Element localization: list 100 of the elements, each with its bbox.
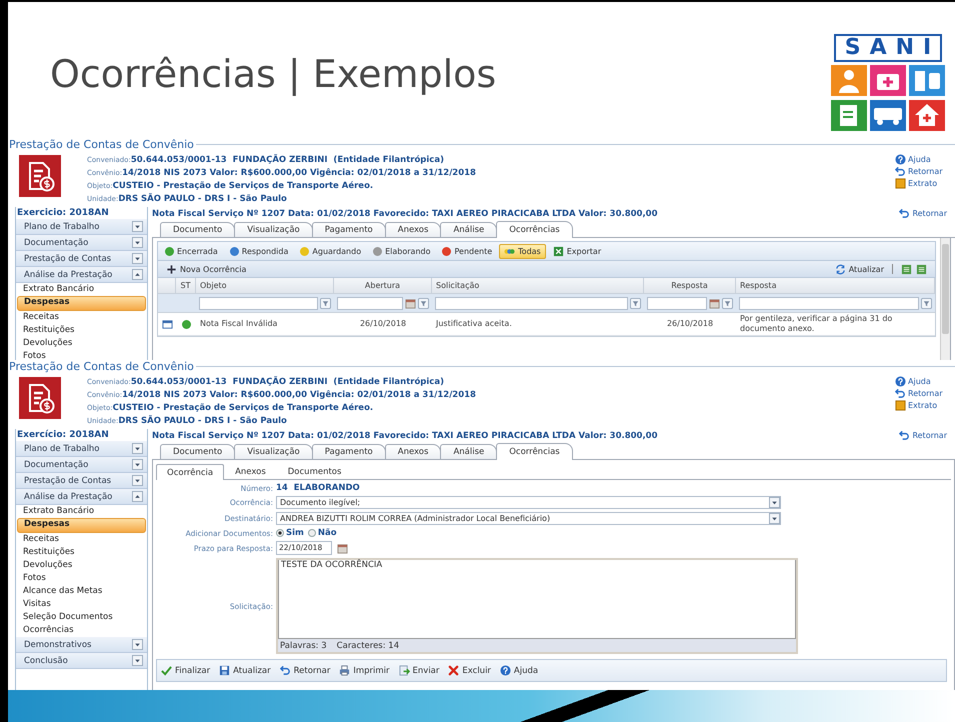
filter-field[interactable] [739,296,919,310]
word-count: Palavras: 3 [280,640,327,650]
radio-button[interactable] [308,529,316,537]
new-button[interactable]: Nova Ocorrência [166,264,246,274]
sidebar-item[interactable]: Extrato Bancário [17,283,146,296]
sidebar-item[interactable]: Receitas [17,311,146,324]
filter-button[interactable]: Pendente [437,244,498,258]
tab[interactable]: Ocorrência [156,464,224,480]
form-value: 14 ELABORANDO [276,483,360,493]
sidebar-item[interactable]: Despesas [17,518,146,533]
sidebar-item[interactable]: Receitas [17,533,146,546]
radio-button[interactable] [276,529,284,537]
tab[interactable]: Análise [440,222,498,237]
tab[interactable]: Análise [440,444,498,459]
filter-button[interactable]: Aguardando [295,244,366,258]
toolbar-button[interactable]: Imprimir [339,665,390,676]
tab[interactable]: Anexos [224,464,277,479]
header-link[interactable]: Extrato [895,177,955,189]
export-button[interactable]: Exportar [548,244,606,258]
toolbar-button[interactable]: Finalizar [161,665,210,676]
sidebar-section[interactable]: Plano de Trabalho [16,441,147,457]
return-arrow-icon [899,430,910,441]
sidebar-section[interactable]: Plano de Trabalho [16,219,147,235]
tab[interactable]: Ocorrências [496,443,573,460]
column-header[interactable]: ST [176,278,196,294]
sidebar-section[interactable]: Análise da Prestação [16,267,147,283]
caret-icon [132,655,143,666]
sidebar-item[interactable]: Devoluções [17,559,146,572]
header-link[interactable]: Retornar [895,165,955,177]
toolbar-button[interactable]: Atualizar [219,665,271,676]
sidebar-item[interactable]: Devoluções [17,337,146,350]
field-value: 50.644.053/0001-13 FUNDAÇÃO ZERBINI (Entidade Filantrópica) [130,155,444,165]
scrollbar[interactable] [940,238,950,360]
tab[interactable]: Pagamento [312,444,386,459]
column-header[interactable]: Resposta [736,278,935,294]
cross-icon [448,665,460,676]
filter-field[interactable] [435,296,628,310]
toolbar-button[interactable]: Enviar [398,665,440,676]
sidebar-item[interactable]: Extrato Bancário [17,505,146,518]
table-cell: Nota Fiscal Inválida [196,313,334,336]
filter-button[interactable]: Elaborando [368,244,436,258]
panel-title: Prestação de Contas de Convênio [9,360,195,373]
toolbar-button[interactable]: Excluir [448,665,491,676]
return-arrow-icon [280,665,291,676]
sidebar-item[interactable]: Fotos [17,572,146,585]
filter-button[interactable]: Encerrada [160,244,223,258]
filter-field[interactable] [199,296,318,310]
tab[interactable]: Documento [160,444,236,459]
filter-button[interactable]: Respondida [224,244,294,258]
dropdown[interactable]: Documento ilegível; [276,496,781,509]
refresh-button[interactable]: Atualizar [834,264,884,274]
sidebar-section[interactable]: Análise da Prestação [16,489,147,505]
sidebar-section[interactable]: Conclusão [16,653,147,669]
radio-option[interactable]: Não [308,528,337,538]
filter-button[interactable]: Todas [499,244,546,258]
sidebar-item[interactable]: Restituições [17,546,146,559]
column-header[interactable]: Resposta [644,278,736,294]
sidebar-item[interactable]: Visitas [17,598,146,611]
caret-icon [132,221,143,232]
sidebar-item[interactable]: Despesas [17,296,146,311]
document-dollar-icon [19,377,61,419]
tab[interactable]: Pagamento [312,222,386,237]
header-link[interactable]: Ajuda [895,153,955,165]
table-cell: Por gentileza, verificar a página 31 do documento anexo. [736,313,935,336]
tab[interactable]: Visualização [234,444,313,459]
sidebar-item[interactable]: Ocorrências [17,624,146,637]
sidebar-section[interactable]: Documentação [16,235,147,251]
column-header[interactable]: Objeto [196,278,334,294]
window-icon [162,318,172,330]
toolbar-button[interactable]: Retornar [280,665,330,676]
tab[interactable]: Anexos [384,222,442,237]
sidebar-section[interactable]: Demonstrativos [16,637,147,653]
header-link[interactable]: Retornar [895,387,955,399]
filter-field[interactable] [647,296,707,310]
sidebar-item[interactable]: Seleção Documentos [17,611,146,624]
logo-text: SANI [834,34,942,62]
sidebar-item[interactable]: Alcance das Metas [17,585,146,598]
header-link[interactable]: Extrato [895,399,955,411]
toolbar-button[interactable]: Ajuda [500,665,538,676]
return-link[interactable]: Retornar [899,430,947,442]
column-header[interactable]: Abertura [334,278,432,294]
sidebar-section[interactable]: Documentação [16,457,147,473]
tab[interactable]: Ocorrências [496,221,573,238]
sidebar-item[interactable]: Restituições [17,324,146,337]
filter-field[interactable] [337,296,403,310]
sidebar-section[interactable]: Prestação de Contas [16,251,147,267]
column-header[interactable]: Solicitação [432,278,644,294]
tab[interactable]: Documento [160,222,236,237]
tab[interactable]: Anexos [384,444,442,459]
sidebar-item[interactable]: Fotos [17,350,146,360]
tab[interactable]: Documentos [276,464,352,479]
header-link[interactable]: Ajuda [895,375,955,387]
caret-icon [132,443,143,454]
tab[interactable]: Visualização [234,222,313,237]
sidebar-section[interactable]: Prestação de Contas [16,473,147,489]
caret-icon [132,269,143,280]
radio-option[interactable]: Sim [276,528,304,538]
dropdown[interactable]: ANDREA BIZUTTI ROLIM CORREA (Administrador Local Beneficiário) [276,512,781,525]
table-cell: 26/10/2018 [334,313,432,336]
return-link[interactable]: Retornar [899,208,947,220]
